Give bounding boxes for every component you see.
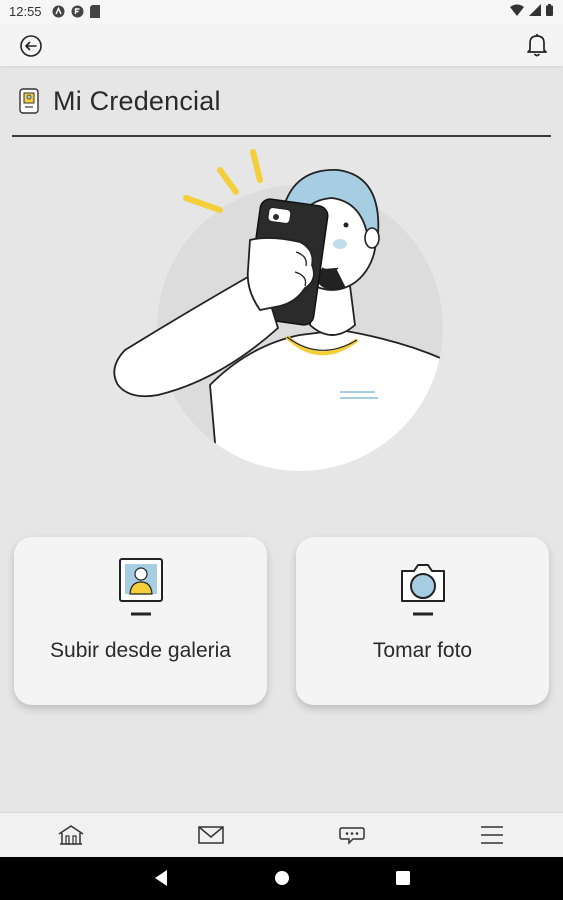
nav-chat[interactable]	[332, 821, 372, 849]
system-back-icon[interactable]	[153, 869, 169, 887]
status-bar: 12:55	[0, 0, 563, 24]
selfie-illustration	[113, 149, 443, 471]
camera-label: Tomar foto	[372, 639, 473, 662]
system-home-icon[interactable]	[273, 869, 291, 887]
notifications-button[interactable]	[523, 31, 551, 59]
notification-app-icon	[52, 5, 65, 18]
gallery-label: Subir desde galeria	[50, 639, 231, 662]
take-photo-button[interactable]: Tomar foto	[296, 537, 549, 705]
back-button[interactable]	[18, 34, 44, 58]
signal-icon	[529, 4, 541, 16]
back-arrow-icon	[20, 35, 42, 57]
page-title: Mi Credencial	[53, 86, 221, 116]
photo-portrait-icon	[118, 558, 163, 616]
status-notification-icons	[52, 5, 100, 18]
sd-card-icon	[90, 5, 100, 18]
credential-card-icon	[19, 88, 39, 114]
nav-menu[interactable]	[472, 821, 512, 849]
title-divider	[12, 135, 551, 137]
page-header: Mi Credencial	[0, 80, 563, 136]
mail-icon	[198, 826, 224, 844]
system-status-icons	[510, 4, 553, 16]
chat-icon	[339, 827, 365, 845]
upload-from-gallery-button[interactable]: Subir desde galeria	[14, 537, 267, 705]
camera-icon	[400, 564, 445, 616]
nav-messages[interactable]	[191, 821, 231, 849]
system-navigation-bar	[0, 857, 563, 900]
app-bar	[0, 24, 563, 66]
bell-icon	[527, 34, 547, 57]
system-recents-icon[interactable]	[395, 869, 411, 887]
wifi-icon	[510, 4, 524, 16]
notification-app-icon	[71, 5, 84, 18]
menu-icon	[481, 826, 503, 844]
battery-icon	[546, 4, 553, 16]
home-icon	[58, 825, 84, 845]
bottom-navigation	[0, 812, 563, 858]
status-time: 12:55	[9, 4, 42, 19]
nav-home[interactable]	[51, 821, 91, 849]
